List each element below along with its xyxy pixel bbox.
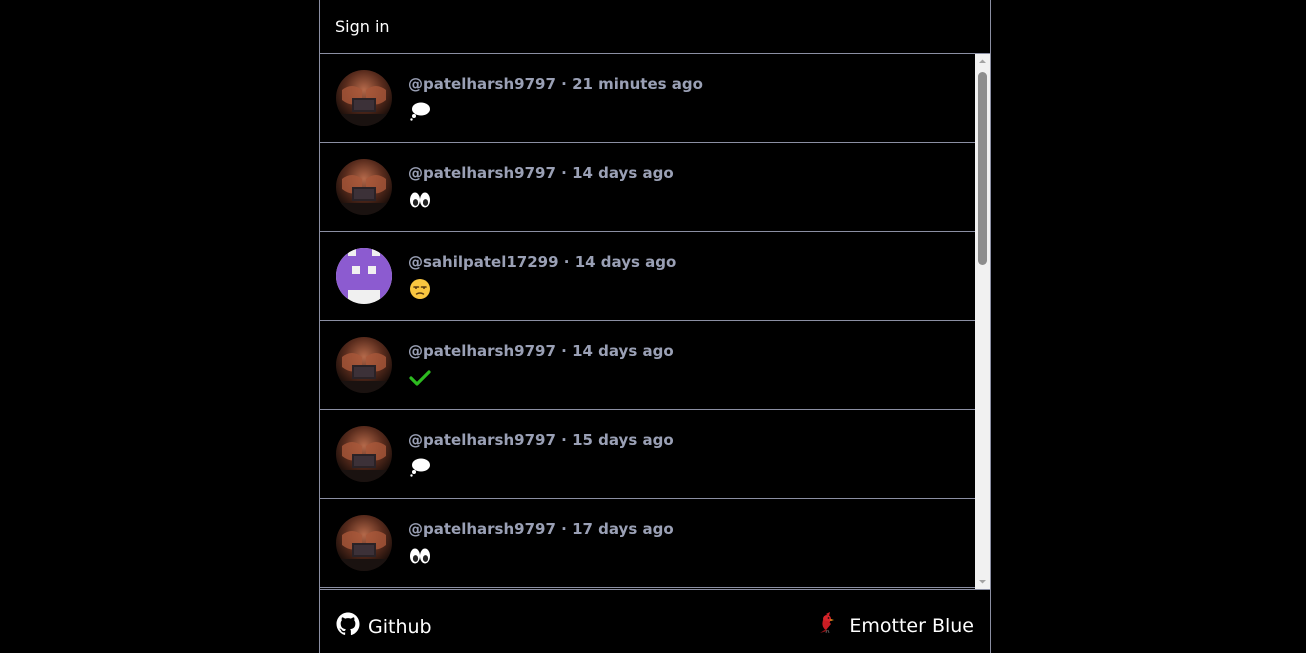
github-label: Github bbox=[368, 615, 432, 638]
post-item[interactable]: @patelharsh9797 · 14 days ago bbox=[320, 321, 975, 410]
post-item[interactable]: @patelharsh9797 · 14 days ago bbox=[320, 143, 975, 232]
post-timestamp: 17 days ago bbox=[572, 520, 674, 538]
post-handle[interactable]: @patelharsh9797 bbox=[408, 520, 556, 538]
post-meta: @patelharsh9797 · 14 days ago bbox=[408, 342, 674, 360]
post-handle[interactable]: @patelharsh9797 bbox=[408, 164, 556, 182]
footer: Github Emotter Blue bbox=[320, 589, 990, 653]
post-item[interactable]: @patelharsh9797 · 15 days ago bbox=[320, 410, 975, 499]
feed-container: @patelharsh9797 · 21 minutes ago @patelh… bbox=[320, 54, 990, 589]
scrollbar-thumb[interactable] bbox=[978, 72, 987, 265]
identicon-avatar[interactable] bbox=[336, 248, 392, 304]
post-timestamp: 15 days ago bbox=[572, 431, 674, 449]
post-feed: @patelharsh9797 · 21 minutes ago @patelh… bbox=[320, 54, 975, 589]
brand-link[interactable]: Emotter Blue bbox=[817, 612, 974, 639]
post-meta: @patelharsh9797 · 21 minutes ago bbox=[408, 75, 703, 93]
post-separator: · bbox=[555, 164, 573, 182]
sign-in-link[interactable]: Sign in bbox=[335, 17, 390, 36]
cardinal-bird-icon bbox=[817, 612, 849, 639]
post-item[interactable]: @sahilpatel17299 · 14 days ago bbox=[320, 232, 975, 321]
post-timestamp: 14 days ago bbox=[574, 253, 677, 271]
post-meta: @patelharsh9797 · 14 days ago bbox=[408, 164, 674, 182]
post-handle[interactable]: @sahilpatel17299 bbox=[408, 253, 559, 271]
post-handle[interactable]: @patelharsh9797 bbox=[408, 431, 556, 449]
avatar[interactable] bbox=[336, 426, 392, 482]
post-timestamp: 14 days ago bbox=[572, 164, 674, 182]
post-separator: · bbox=[555, 520, 573, 538]
thought-balloon-icon bbox=[409, 456, 431, 478]
avatar[interactable] bbox=[336, 159, 392, 215]
scroll-up-arrow-icon[interactable] bbox=[975, 54, 990, 69]
post-separator: · bbox=[555, 342, 573, 360]
post-timestamp: 14 days ago bbox=[572, 342, 674, 360]
post-item[interactable]: @patelharsh9797 · 17 days ago bbox=[320, 499, 975, 588]
post-item[interactable]: @patelharsh9797 · 21 minutes ago bbox=[320, 54, 975, 143]
brand-label: Emotter Blue bbox=[849, 614, 974, 637]
thought-balloon-icon bbox=[409, 100, 431, 122]
scroll-down-arrow-icon[interactable] bbox=[975, 574, 990, 589]
post-meta: @patelharsh9797 · 17 days ago bbox=[408, 520, 674, 538]
post-handle[interactable]: @patelharsh9797 bbox=[408, 342, 556, 360]
post-meta: @sahilpatel17299 · 14 days ago bbox=[408, 253, 676, 271]
avatar[interactable] bbox=[336, 515, 392, 571]
header: Sign in bbox=[320, 0, 990, 54]
check-mark-icon bbox=[409, 367, 431, 389]
post-separator: · bbox=[555, 75, 573, 93]
post-meta: @patelharsh9797 · 15 days ago bbox=[408, 431, 674, 449]
post-handle[interactable]: @patelharsh9797 bbox=[408, 75, 556, 93]
avatar[interactable] bbox=[336, 337, 392, 393]
github-link[interactable]: Github bbox=[336, 612, 432, 641]
eyes-icon bbox=[409, 545, 431, 567]
unamused-face-icon bbox=[409, 278, 431, 300]
github-icon bbox=[336, 612, 368, 641]
scrollbar[interactable] bbox=[975, 54, 990, 589]
post-separator: · bbox=[555, 431, 573, 449]
app-window: Sign in @patelharsh9797 · 21 minutes ago… bbox=[319, 0, 991, 653]
eyes-icon bbox=[409, 189, 431, 211]
post-separator: · bbox=[558, 253, 575, 271]
avatar[interactable] bbox=[336, 70, 392, 126]
post-timestamp: 21 minutes ago bbox=[572, 75, 703, 93]
